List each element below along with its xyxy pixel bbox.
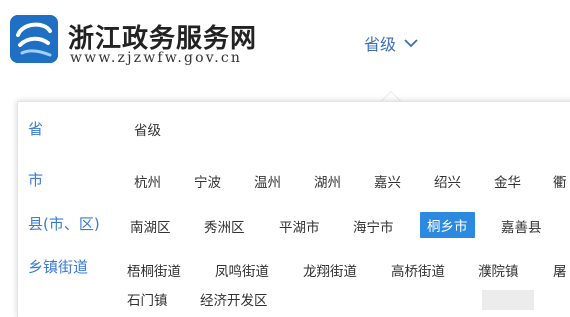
site-header: 浙江政务服务网 www.zjzwfw.gov.cn 省级 [0, 0, 570, 96]
city-option[interactable]: 绍兴 [434, 171, 461, 191]
county-option[interactable]: 南湖区 [130, 216, 171, 236]
city-option[interactable]: 温州 [254, 171, 281, 191]
county-option-selected[interactable]: 桐乡市 [420, 212, 475, 238]
township-option[interactable]: 经济开发区 [200, 289, 268, 309]
level-switch-label: 省级 [364, 35, 397, 54]
row-label-province: 省 [28, 120, 44, 138]
township-option[interactable]: 凤鸣街道 [215, 260, 269, 280]
zhejiang-logo-icon[interactable] [10, 15, 58, 63]
township-option[interactable]: 高桥街道 [391, 260, 445, 280]
partially-hidden-tag [482, 290, 534, 310]
city-option[interactable]: 宁波 [194, 171, 221, 191]
township-option[interactable]: 濮院镇 [478, 260, 519, 280]
city-option[interactable]: 嘉兴 [374, 171, 401, 191]
city-option[interactable]: 金华 [494, 171, 521, 191]
row-label-township: 乡镇街道 [28, 258, 89, 276]
township-option[interactable]: 石门镇 [127, 289, 168, 309]
city-option[interactable]: 湖州 [314, 171, 341, 191]
chevron-down-icon [404, 38, 418, 47]
county-option[interactable]: 秀洲区 [204, 216, 245, 236]
site-url: www.zjzwfw.gov.cn [70, 50, 243, 66]
township-option[interactable]: 龙翔街道 [303, 260, 357, 280]
township-option[interactable]: 梧桐街道 [127, 260, 181, 280]
row-label-county: 县(市、区) [28, 215, 100, 233]
county-option[interactable]: 平湖市 [279, 216, 320, 236]
level-switch-button[interactable]: 省级 [364, 31, 418, 55]
row-label-city: 市 [28, 171, 44, 189]
township-option[interactable]: 屠 [553, 260, 567, 280]
city-option[interactable]: 杭州 [134, 171, 161, 191]
county-option[interactable]: 嘉善县 [501, 216, 542, 236]
region-selector-panel [17, 101, 570, 317]
county-option[interactable]: 海宁市 [353, 216, 394, 236]
city-option[interactable]: 衢 [553, 171, 567, 191]
province-option[interactable]: 省级 [134, 119, 161, 139]
